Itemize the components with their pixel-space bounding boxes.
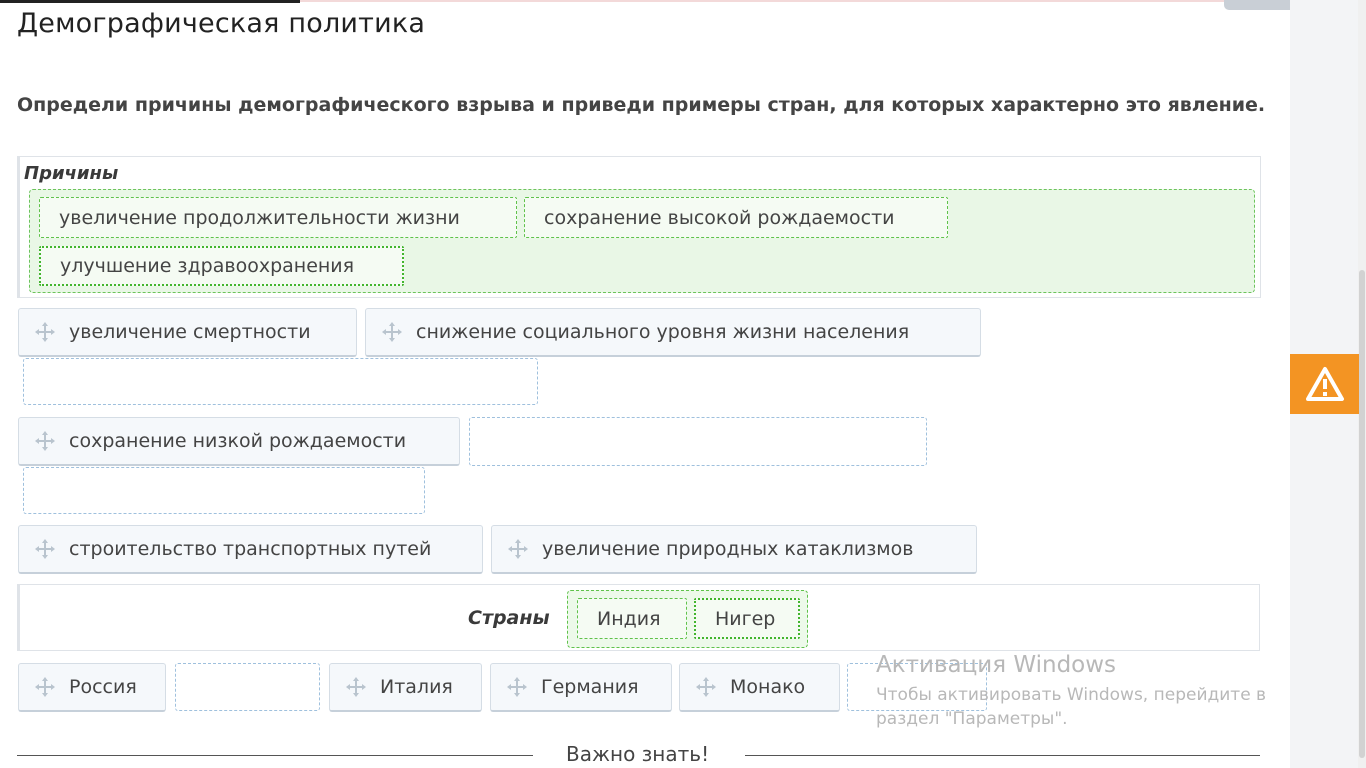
task-question: Определи причины демографического взрыва… bbox=[17, 94, 1266, 116]
option-label: строительство транспортных путей bbox=[69, 538, 432, 560]
draggable-option[interactable]: Россия bbox=[18, 663, 166, 712]
category-countries-label: Страны bbox=[468, 607, 550, 629]
draggable-option[interactable]: снижение социального уровня жизни населе… bbox=[365, 308, 981, 357]
draggable-option[interactable]: увеличение природных катаклизмов bbox=[491, 525, 977, 574]
draggable-option[interactable]: Монако bbox=[679, 663, 840, 712]
windows-activation-title: Активация Windows bbox=[876, 652, 1117, 678]
move-icon bbox=[382, 322, 402, 342]
category-reasons-label: Причины bbox=[24, 163, 119, 184]
placed-item[interactable]: сохранение высокой рождаемости bbox=[524, 197, 948, 238]
section-divider-right bbox=[745, 755, 1260, 756]
placed-item[interactable]: улучшение здравоохранения bbox=[39, 246, 404, 286]
tab-corner[interactable] bbox=[1224, 0, 1290, 10]
move-icon bbox=[696, 677, 716, 697]
option-label: увеличение природных катаклизмов bbox=[542, 538, 914, 560]
option-label: Италия bbox=[380, 676, 453, 698]
important-heading: Важно знать! bbox=[566, 742, 710, 766]
move-icon bbox=[507, 677, 527, 697]
option-label: Германия bbox=[541, 676, 639, 698]
move-icon bbox=[508, 539, 528, 559]
draggable-option[interactable]: Германия bbox=[490, 663, 672, 712]
windows-activation-line: раздел "Параметры". bbox=[876, 709, 1068, 729]
placed-item[interactable]: увеличение продолжительности жизни bbox=[39, 197, 517, 238]
windows-activation-line: Чтобы активировать Windows, перейдите в bbox=[876, 685, 1267, 705]
page-title: Демографическая политика bbox=[17, 8, 426, 39]
placed-item[interactable]: Нигер bbox=[694, 598, 800, 639]
option-label: сохранение низкой рождаемости bbox=[69, 430, 407, 452]
top-accent-line bbox=[0, 0, 300, 3]
scrollbar-thumb[interactable] bbox=[1359, 270, 1365, 758]
move-icon bbox=[35, 539, 55, 559]
draggable-option[interactable]: сохранение низкой рождаемости bbox=[18, 417, 460, 466]
top-divider bbox=[300, 0, 1290, 2]
move-icon bbox=[35, 431, 55, 451]
empty-slot[interactable] bbox=[469, 417, 927, 466]
warning-icon bbox=[1305, 367, 1344, 401]
empty-slot[interactable] bbox=[23, 467, 425, 514]
draggable-option[interactable]: увеличение смертности bbox=[18, 308, 357, 357]
placed-item[interactable]: Индия bbox=[577, 598, 687, 639]
option-label: Россия bbox=[69, 676, 137, 698]
empty-slot[interactable] bbox=[175, 663, 320, 711]
section-divider-left bbox=[17, 755, 533, 756]
report-problem-button[interactable] bbox=[1290, 354, 1359, 414]
move-icon bbox=[35, 322, 55, 342]
draggable-option[interactable]: Италия bbox=[329, 663, 482, 712]
windows-activation-text: Чтобы активировать Windows, перейдите в … bbox=[876, 683, 1316, 731]
option-label: увеличение смертности bbox=[69, 321, 311, 343]
draggable-option[interactable]: строительство транспортных путей bbox=[18, 525, 483, 574]
move-icon bbox=[35, 677, 55, 697]
option-label: Монако bbox=[730, 676, 806, 698]
move-icon bbox=[346, 677, 366, 697]
empty-slot[interactable] bbox=[23, 358, 538, 405]
option-label: снижение социального уровня жизни населе… bbox=[416, 321, 910, 343]
